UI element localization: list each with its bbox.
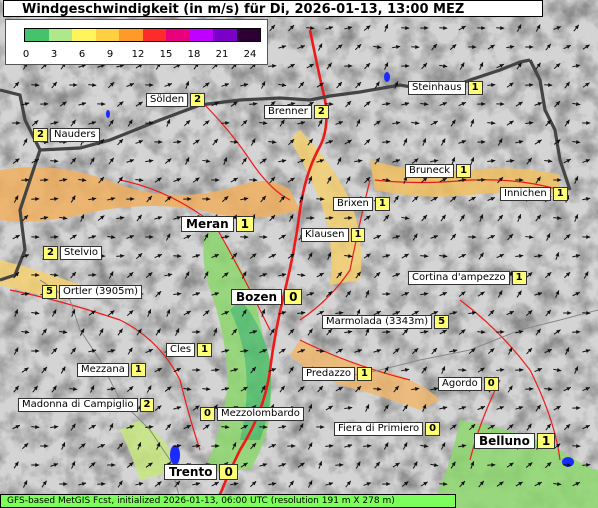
place-name: Fiera di Primiero — [334, 422, 424, 436]
place-label: Sölden 2 — [146, 93, 206, 107]
place-label: Brenner 2 — [264, 105, 329, 119]
wind-speed-value: 0 — [483, 377, 499, 391]
place-label: Bozen 0 — [231, 289, 303, 305]
wind-speed-value: 1 — [456, 164, 472, 178]
place-name: Bruneck — [405, 164, 455, 178]
legend-tick-label: 24 — [243, 49, 257, 60]
place-name: Madonna di Campiglio — [18, 398, 138, 412]
place-name: Predazzo — [302, 367, 355, 381]
legend-tick-label: 6 — [78, 49, 86, 60]
place-name: Agordo — [438, 377, 482, 391]
place-name: Stelvio — [59, 246, 102, 260]
place-label: Trento 0 — [164, 464, 238, 480]
legend-swatch — [25, 29, 49, 41]
wind-speed-value: 1 — [511, 271, 527, 285]
wind-speed-value: 1 — [130, 363, 146, 377]
place-label: 2 Stelvio — [43, 246, 102, 260]
place-name: Trento — [164, 464, 218, 480]
place-label: Mezzana 1 — [77, 363, 146, 377]
wind-speed-value: 1 — [197, 343, 213, 357]
forecast-footer: GFS-based MetGIS Fcst, initialized 2026-… — [0, 494, 456, 508]
legend-swatch — [213, 29, 237, 41]
legend-swatch — [236, 29, 260, 41]
legend-colorbar — [24, 28, 261, 42]
wind-speed-value: 5 — [42, 285, 57, 299]
legend-swatch — [189, 29, 213, 41]
place-label: Cles 1 — [166, 343, 213, 357]
place-name: Cortina d'ampezzo — [408, 271, 510, 285]
place-label: Brixen 1 — [333, 197, 390, 211]
wind-speed-value: 2 — [139, 398, 155, 412]
place-label: Steinhaus 1 — [408, 81, 483, 95]
wind-speed-value: 2 — [33, 128, 48, 142]
wind-speed-value: 1 — [350, 228, 366, 242]
legend-tick-label: 3 — [50, 49, 58, 60]
place-label: 5 Ortler (3905m) — [42, 285, 143, 299]
place-name: Steinhaus — [408, 81, 466, 95]
place-label: Madonna di Campiglio 2 — [18, 398, 155, 412]
legend-tick-label: 12 — [131, 49, 145, 60]
place-name: Sölden — [146, 93, 189, 107]
wind-speed-value: 1 — [552, 187, 568, 201]
place-label: Fiera di Primiero 0 — [334, 422, 441, 436]
wind-speed-value: 2 — [313, 105, 329, 119]
wind-speed-value: 1 — [235, 216, 254, 232]
wind-speed-value: 1 — [536, 433, 556, 449]
wind-speed-value: 2 — [190, 93, 206, 107]
place-label: Klausen 1 — [301, 228, 366, 242]
wind-speed-value: 0 — [284, 289, 303, 305]
wind-speed-value: 1 — [374, 197, 390, 211]
place-label: 0 Mezzolombardo — [200, 407, 304, 421]
place-name: Cles — [166, 343, 196, 357]
wind-speed-value: 0 — [219, 464, 238, 480]
place-name: Belluno — [474, 433, 535, 449]
legend-swatch — [95, 29, 119, 41]
legend-tick-label: 9 — [106, 49, 114, 60]
place-label: Meran 1 — [181, 216, 254, 232]
legend-tick-label: 0 — [22, 49, 30, 60]
place-label: Cortina d'ampezzo 1 — [408, 271, 527, 285]
legend-swatch — [166, 29, 190, 41]
place-label: Agordo 0 — [438, 377, 499, 391]
wind-speed-value: 1 — [467, 81, 483, 95]
place-label: Predazzo 1 — [302, 367, 372, 381]
place-name: Mezzana — [77, 363, 129, 377]
map-title: Windgeschwindigkeit (in m/s) für Di, 202… — [3, 0, 543, 17]
wind-speed-value: 0 — [425, 422, 441, 436]
place-name: Brixen — [333, 197, 373, 211]
legend-tick-label: 15 — [159, 49, 173, 60]
legend-swatch — [142, 29, 166, 41]
place-label: 2 Nauders — [33, 128, 100, 142]
wind-speed-value: 2 — [43, 246, 58, 260]
legend-swatch — [72, 29, 96, 41]
place-label: Bruneck 1 — [405, 164, 472, 178]
wind-map: Windgeschwindigkeit (in m/s) für Di, 202… — [0, 0, 598, 508]
wind-speed-value: 1 — [357, 367, 372, 381]
place-name: Mezzolombardo — [216, 407, 304, 421]
place-name: Klausen — [301, 228, 349, 242]
place-label: Belluno 1 — [474, 433, 556, 449]
place-label: Marmolada (3343m) 5 — [322, 315, 450, 329]
place-name: Nauders — [49, 128, 100, 142]
wind-speed-legend: 0 3 6 9 12 15 18 21 24 — [5, 19, 268, 65]
legend-tick-label: 21 — [215, 49, 229, 60]
wind-speed-value: 0 — [200, 407, 215, 421]
legend-tick-label: 18 — [187, 49, 201, 60]
place-name: Bozen — [231, 289, 283, 305]
place-name: Innichen — [500, 187, 551, 201]
wind-speed-value: 5 — [434, 315, 450, 329]
place-name: Ortler (3905m) — [58, 285, 143, 299]
place-name: Meran — [181, 216, 234, 232]
place-name: Marmolada (3343m) — [322, 315, 433, 329]
legend-swatch — [48, 29, 72, 41]
place-label: Innichen 1 — [500, 187, 568, 201]
place-name: Brenner — [264, 105, 312, 119]
legend-swatch — [119, 29, 143, 41]
